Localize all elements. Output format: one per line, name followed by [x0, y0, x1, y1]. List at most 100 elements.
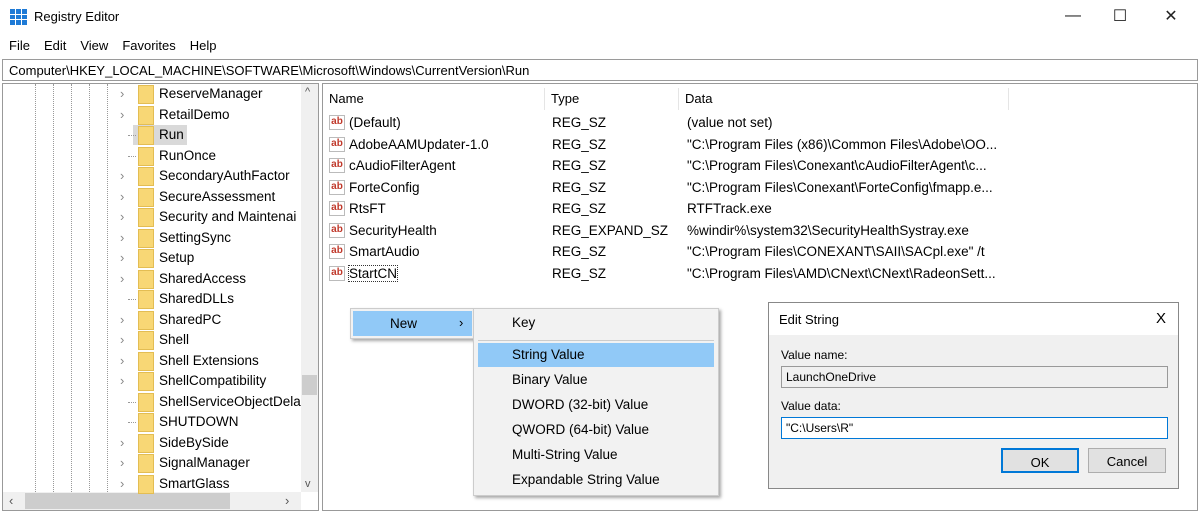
tree-item[interactable]: › ShellCompatibility — [3, 371, 299, 391]
tree-item[interactable]: Run — [3, 125, 299, 145]
chevron-right-icon[interactable]: › — [120, 373, 124, 388]
edit-string-dialog: Edit String X Value name: LaunchOneDrive… — [768, 302, 1179, 489]
folder-icon — [138, 208, 154, 227]
submenu-item[interactable]: QWORD (64-bit) Value — [478, 418, 714, 442]
maximize-button[interactable]: ☐ — [1097, 0, 1143, 32]
chevron-right-icon[interactable]: › — [120, 209, 124, 224]
tree-item[interactable]: ShellServiceObjectDela — [3, 392, 301, 412]
tree-item[interactable]: › SecureAssessment — [3, 187, 299, 207]
menu-help[interactable]: Help — [183, 35, 224, 57]
tree-connector — [128, 422, 136, 423]
tree-item[interactable]: › SharedAccess — [3, 269, 299, 289]
tree-item[interactable]: › ReserveManager — [3, 84, 299, 104]
menu-item-new[interactable]: New › — [353, 311, 472, 336]
value-row[interactable]: ab AdobeAAMUpdater-1.0 REG_SZ "C:\Program F… — [323, 134, 1023, 155]
submenu-item[interactable]: Binary Value — [478, 368, 714, 392]
value-type: REG_SZ — [552, 115, 607, 130]
menu-edit[interactable]: Edit — [37, 35, 73, 57]
value-data-input[interactable]: "C:\Users\R" — [781, 417, 1168, 439]
chevron-right-icon[interactable]: › — [120, 230, 124, 245]
minimize-button[interactable]: — — [1050, 0, 1096, 32]
chevron-right-icon[interactable]: › — [120, 353, 124, 368]
scroll-thumb[interactable] — [302, 375, 317, 395]
dialog-title: Edit String — [779, 312, 839, 327]
tree-item[interactable]: SHUTDOWN — [3, 412, 299, 432]
value-row[interactable]: ab ForteConfig REG_SZ "C:\Program Files\Con… — [323, 177, 1023, 198]
value-row[interactable]: ab StartCN REG_SZ "C:\Program Files\AMD\CNe… — [323, 263, 1023, 284]
column-type[interactable]: Type — [545, 88, 679, 110]
tree-item[interactable]: › Shell Extensions — [3, 351, 299, 371]
chevron-right-icon[interactable]: › — [120, 455, 124, 470]
folder-icon — [138, 474, 154, 494]
chevron-right-icon[interactable]: › — [120, 189, 124, 204]
tree-item-label: SettingSync — [159, 229, 232, 245]
column-name[interactable]: Name — [323, 88, 545, 110]
submenu-item[interactable]: DWORD (32-bit) Value — [478, 393, 714, 417]
dialog-close-icon[interactable]: X — [1156, 310, 1166, 327]
string-value-icon: ab — [329, 158, 345, 173]
submenu-item[interactable]: Key — [478, 311, 714, 335]
chevron-right-icon[interactable]: › — [120, 435, 124, 450]
folder-icon — [138, 85, 154, 104]
chevron-right-icon[interactable]: › — [120, 250, 124, 265]
column-data[interactable]: Data — [679, 88, 1009, 110]
value-type: REG_SZ — [552, 136, 607, 152]
tree-item-label: SmartGlass — [159, 475, 230, 491]
value-name: RtsFT — [349, 201, 386, 216]
submenu-item[interactable]: String Value — [478, 343, 714, 367]
value-type: REG_EXPAND_SZ — [552, 222, 669, 238]
value-row[interactable]: ab RtsFT REG_SZ RTFTrack.exe — [323, 198, 1023, 219]
tree-item-label: Shell — [159, 332, 190, 347]
tree-item-label: ShellCompatibility — [159, 373, 267, 388]
chevron-right-icon[interactable]: › — [120, 312, 124, 327]
tree-item[interactable]: › SharedPC — [3, 310, 299, 330]
tree-item[interactable]: SharedDLLs — [3, 289, 299, 309]
string-value-icon: ab — [329, 136, 345, 152]
tree-item[interactable]: RunOnce — [3, 146, 299, 166]
value-data-label: Value data: — [781, 399, 841, 413]
chevron-right-icon[interactable]: › — [120, 476, 124, 491]
tree-item-label: SideBySide — [159, 434, 229, 450]
chevron-right-icon[interactable]: › — [120, 168, 124, 183]
tree-item[interactable]: › Setup — [3, 248, 299, 268]
chevron-right-icon[interactable]: › — [120, 271, 124, 286]
tree-item[interactable]: › Security and Maintenai — [3, 207, 299, 227]
tree-item[interactable]: › SideBySide — [3, 433, 299, 453]
chevron-right-icon[interactable]: › — [120, 86, 124, 101]
chevron-right-icon[interactable]: › — [120, 107, 124, 122]
tree-item-label: SharedPC — [159, 311, 222, 327]
submenu-item[interactable]: Multi-String Value — [478, 443, 714, 467]
menu-file[interactable]: File — [2, 35, 37, 57]
cancel-button[interactable]: Cancel — [1088, 448, 1166, 473]
tree-item[interactable]: › SmartGlass — [3, 474, 299, 494]
chevron-right-icon[interactable]: › — [120, 332, 124, 347]
value-name: ForteConfig — [349, 179, 420, 195]
tree-horizontal-scrollbar[interactable]: ‹ › — [3, 492, 301, 510]
tree-item[interactable]: › Shell — [3, 330, 299, 350]
value-row[interactable]: ab (Default) REG_SZ (value not set) — [323, 112, 1023, 133]
address-bar[interactable]: Computer\HKEY_LOCAL_MACHINE\SOFTWARE\Mic… — [2, 59, 1198, 81]
value-name: cAudioFilterAgent — [349, 158, 456, 173]
tree-item[interactable]: › RetailDemo — [3, 105, 299, 125]
value-row[interactable]: ab SmartAudio REG_SZ "C:\Program Files\CONE… — [323, 241, 1023, 262]
value-type: REG_SZ — [552, 179, 607, 195]
menu-view[interactable]: View — [73, 35, 115, 57]
value-data: %windir%\system32\SecurityHealthSystray.… — [687, 222, 969, 238]
value-type: REG_SZ — [552, 201, 607, 216]
value-name: SmartAudio — [349, 244, 420, 259]
tree-item[interactable]: › SignalManager — [3, 453, 299, 473]
value-row[interactable]: ab cAudioFilterAgent REG_SZ "C:\Program Fil… — [323, 155, 1023, 176]
value-data: (value not set) — [687, 115, 773, 130]
string-value-icon: ab — [329, 179, 345, 195]
menu-favorites[interactable]: Favorites — [115, 35, 182, 57]
ok-button[interactable]: OK — [1001, 448, 1079, 473]
tree-vertical-scrollbar[interactable]: ^ v — [301, 84, 318, 492]
tree-connector — [128, 401, 136, 403]
title-bar: Registry Editor — ☐ ✕ — [0, 0, 1200, 34]
close-button[interactable]: ✕ — [1148, 0, 1194, 32]
value-row[interactable]: ab SecurityHealth REG_EXPAND_SZ %windir%\sy… — [323, 220, 1023, 241]
tree-item[interactable]: › SettingSync — [3, 228, 299, 248]
submenu-item[interactable]: Expandable String Value — [478, 468, 714, 492]
tree-item[interactable]: › SecondaryAuthFactor — [3, 166, 299, 186]
folder-icon — [138, 290, 154, 309]
